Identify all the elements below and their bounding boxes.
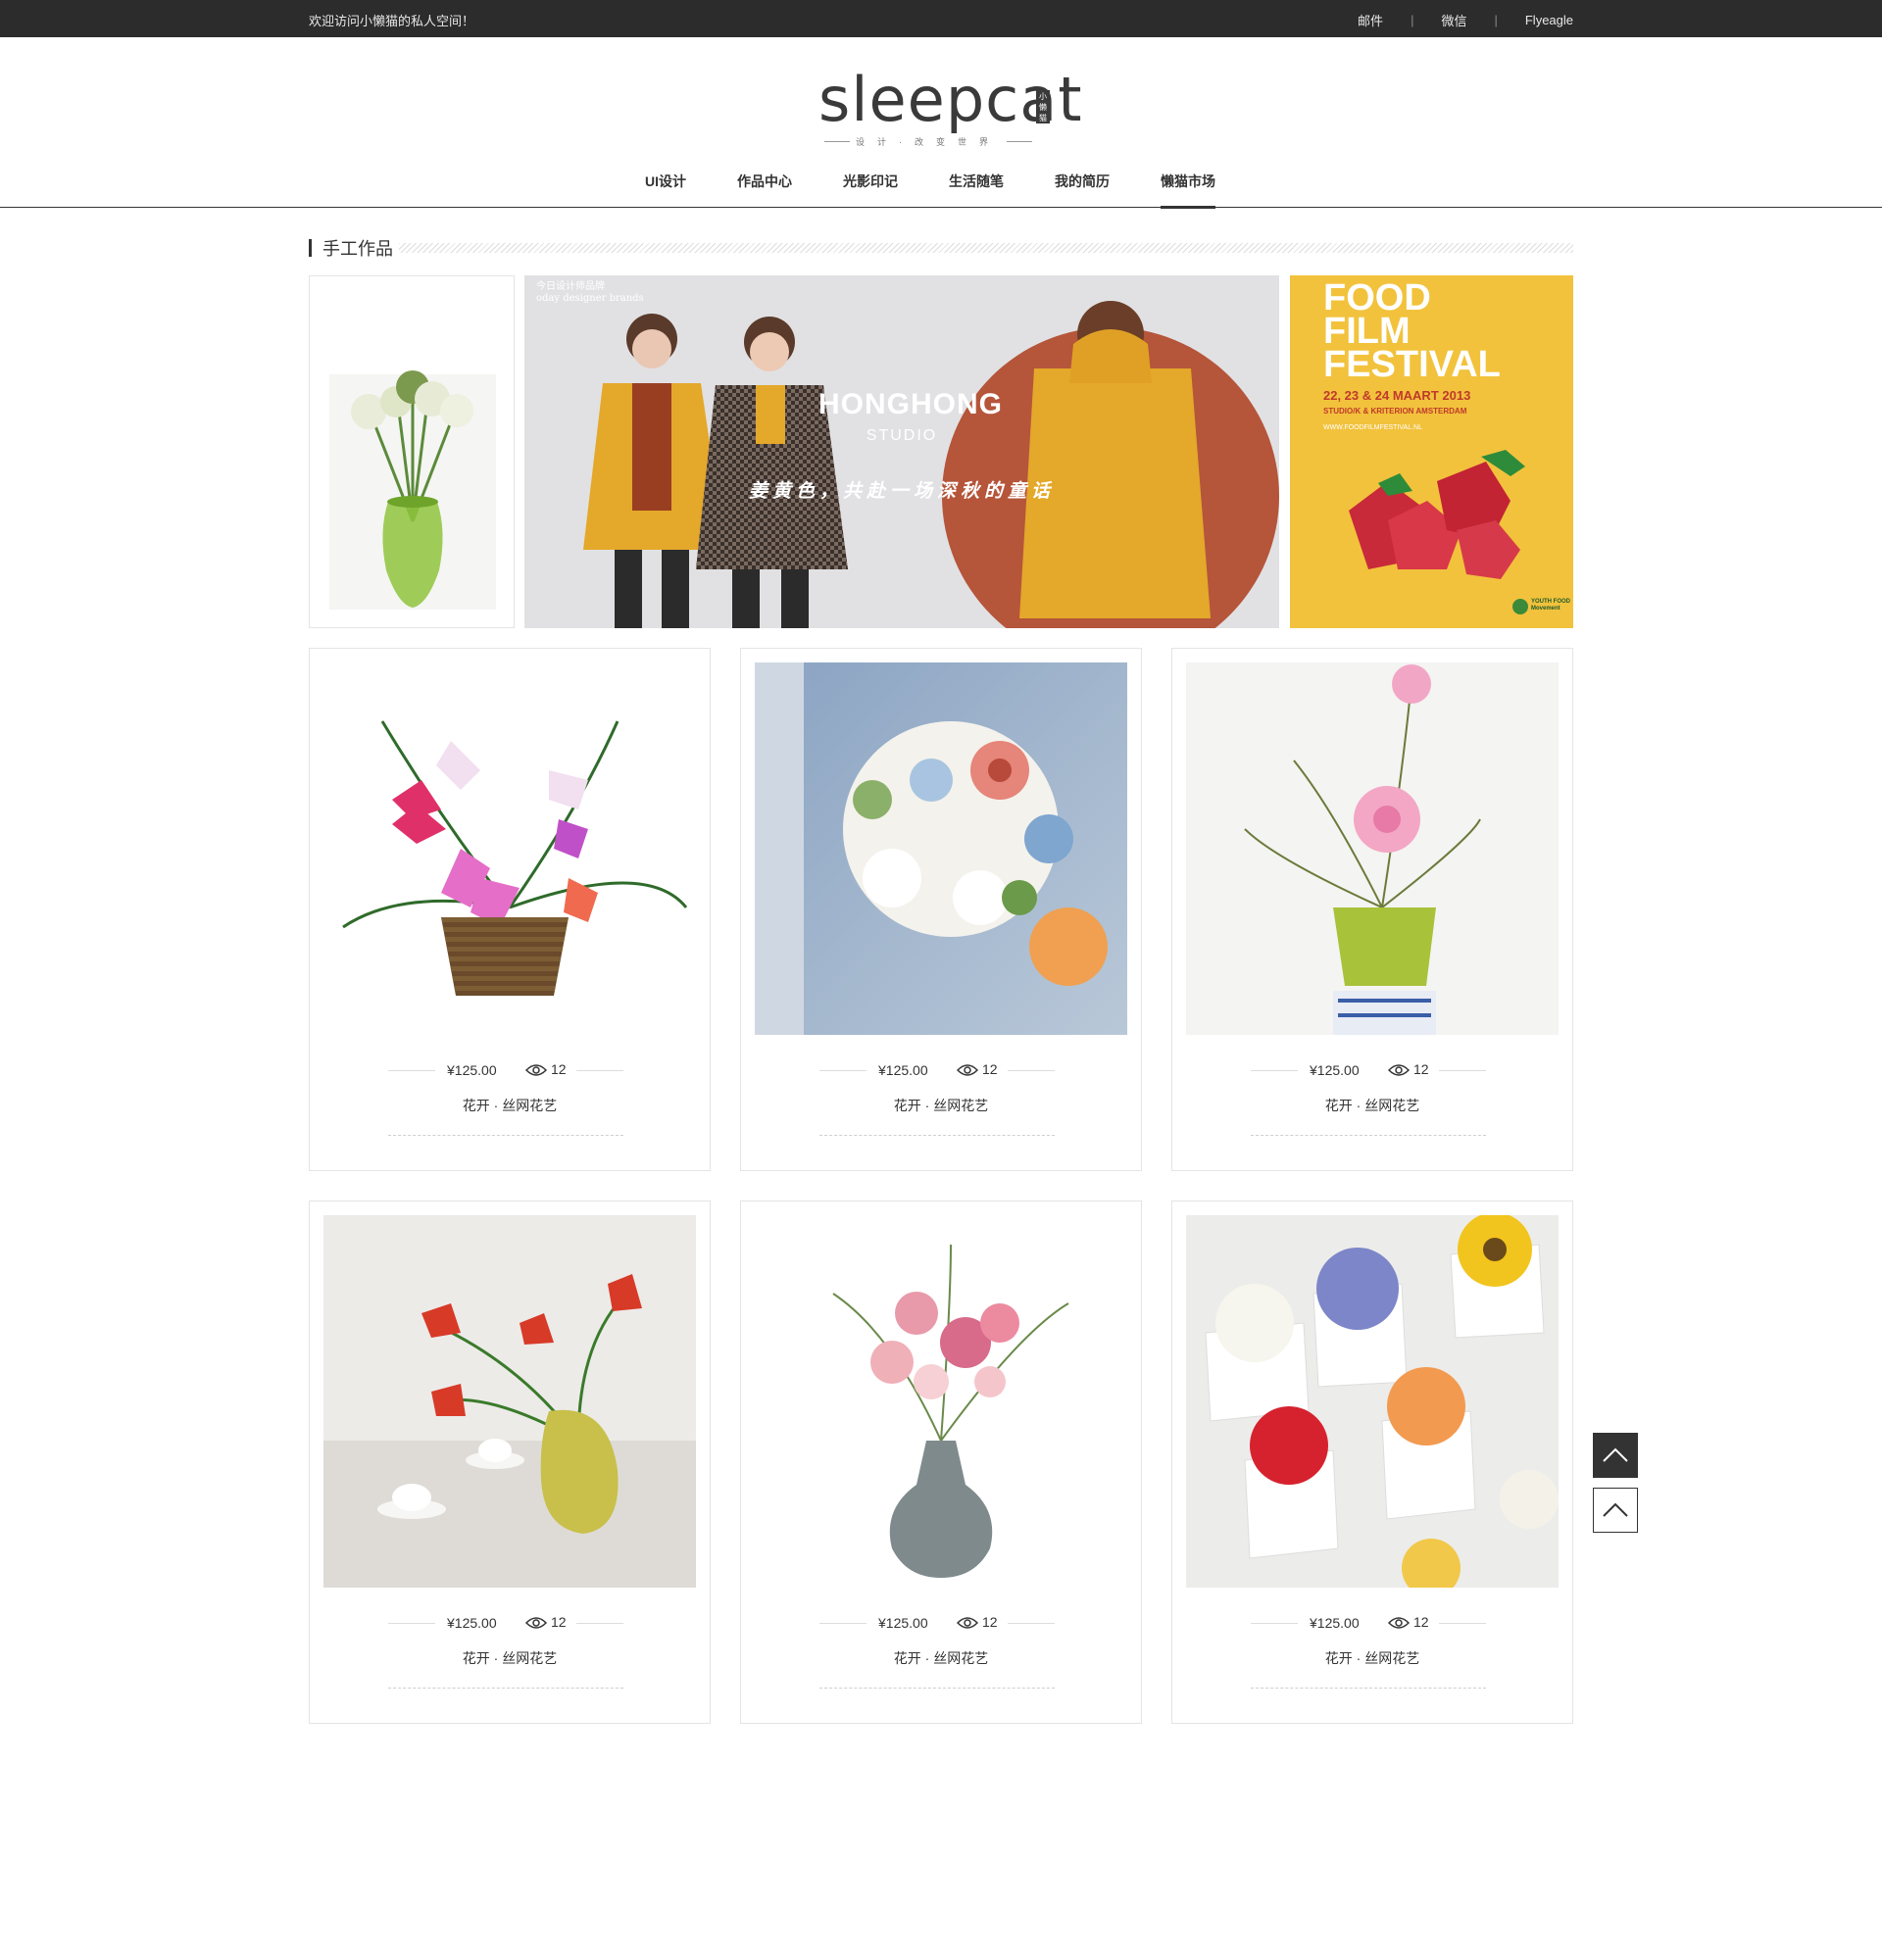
eye-icon [1388, 1064, 1410, 1076]
logo-tagline: 设计·改变世界 [818, 135, 1050, 148]
product-price: ¥125.00 [1310, 1062, 1360, 1078]
card-divider [819, 1688, 1055, 1689]
product-title[interactable]: 花开 · 丝网花艺 [310, 1096, 710, 1115]
welcome-text: 欢迎访问小懒猫的私人空间！ [309, 14, 475, 28]
logo-badge: 小懒猫 [1036, 90, 1050, 123]
card-divider [1251, 1688, 1486, 1689]
product-title[interactable]: 花开 · 丝网花艺 [310, 1648, 710, 1668]
product-card[interactable]: ¥125.00 12 花开 · 丝网花艺 [1171, 1200, 1573, 1724]
section-title: 手工作品 [322, 239, 393, 259]
product-meta: ¥125.00 12 [819, 1060, 1055, 1080]
product-views: 12 [982, 1061, 998, 1077]
honghong-banner-image [524, 275, 1279, 628]
product-price: ¥125.00 [1310, 1615, 1360, 1631]
product-card[interactable]: ¥125.00 12 花开 · 丝网花艺 [740, 1200, 1142, 1724]
banner-brand-title: HONGHONG [818, 388, 1003, 420]
card-divider [388, 1135, 623, 1136]
nav-item-photography[interactable]: 光影印记 [843, 171, 898, 208]
product-image [323, 662, 696, 1035]
separator: | [1411, 13, 1414, 27]
product-meta: ¥125.00 12 [388, 1060, 623, 1080]
product-views: 12 [982, 1614, 998, 1630]
nav-item-life-notes[interactable]: 生活随笔 [949, 171, 1004, 208]
product-image [323, 1215, 696, 1588]
top-links: 邮件 | 微信 | Flyeagle [1358, 11, 1573, 29]
product-price: ¥125.00 [878, 1615, 928, 1631]
logo-tagline-text: 设计·改变世界 [856, 137, 1001, 147]
product-views: 12 [551, 1061, 567, 1077]
eye-icon [957, 1064, 978, 1076]
main-nav: UI设计 作品中心 光影印记 生活随笔 我的简历 懒猫市场 [0, 171, 1882, 209]
top-bar: 欢迎访问小懒猫的私人空间！ 邮件 | 微信 | Flyeagle [0, 0, 1882, 37]
strawberry-image [1349, 450, 1528, 614]
product-image [755, 662, 1127, 1035]
product-title[interactable]: 花开 · 丝网花艺 [1172, 1096, 1572, 1115]
product-meta: ¥125.00 12 [1251, 1060, 1486, 1080]
product-card[interactable]: ¥125.00 12 花开 · 丝网花艺 [1171, 648, 1573, 1171]
chevron-up-icon [1603, 1447, 1628, 1462]
section-header: 手工作品 [309, 237, 1573, 259]
eye-icon [525, 1064, 547, 1076]
card-divider [1251, 1135, 1486, 1136]
product-title[interactable]: 花开 · 丝网花艺 [741, 1096, 1141, 1115]
product-card[interactable]: ¥125.00 12 花开 · 丝网花艺 [740, 648, 1142, 1171]
card-divider [819, 1135, 1055, 1136]
wechat-link[interactable]: 微信 [1441, 11, 1466, 29]
scroll-up-button[interactable] [1593, 1488, 1638, 1533]
product-views: 12 [551, 1614, 567, 1630]
banner-vase[interactable] [309, 275, 515, 628]
product-image [1186, 662, 1559, 1035]
mail-link[interactable]: 邮件 [1358, 11, 1383, 29]
eye-icon [1388, 1617, 1410, 1629]
eye-icon [957, 1617, 978, 1629]
product-meta: ¥125.00 12 [388, 1613, 623, 1633]
product-views: 12 [1413, 1061, 1429, 1077]
nav-item-market[interactable]: 懒猫市场 [1161, 171, 1215, 209]
banner-food-film-festival[interactable]: FOOD FILM FESTIVAL 22, 23 & 24 MAART 201… [1290, 275, 1573, 628]
nav-item-ui-design[interactable]: UI设计 [645, 171, 686, 208]
product-price: ¥125.00 [447, 1062, 497, 1078]
product-title[interactable]: 花开 · 丝网花艺 [1172, 1648, 1572, 1668]
banner-watermark: 今日设计师品牌 oday designer brands [536, 281, 644, 304]
banner-slogan: 姜黄色，共赴一场深秋的童话 [748, 481, 1055, 502]
card-divider [388, 1688, 623, 1689]
nav-item-resume[interactable]: 我的简历 [1055, 171, 1110, 208]
product-image [1186, 1215, 1559, 1588]
banner-honghong[interactable]: 今日设计师品牌 oday designer brands HONGHONG ST… [524, 275, 1279, 628]
separator: | [1494, 13, 1498, 27]
chevron-up-icon [1603, 1502, 1628, 1517]
flyeagle-link[interactable]: Flyeagle [1525, 13, 1573, 27]
nav-item-works[interactable]: 作品中心 [737, 171, 792, 208]
product-meta: ¥125.00 12 [819, 1613, 1055, 1633]
product-image [755, 1215, 1127, 1588]
banner-brand-subtitle: STUDIO [866, 427, 938, 444]
product-price: ¥125.00 [447, 1615, 497, 1631]
product-title[interactable]: 花开 · 丝网花艺 [741, 1648, 1141, 1668]
vase-image [329, 370, 496, 610]
youth-food-movement-logo: YOUTH FOOD Movement [1531, 599, 1570, 612]
product-price: ¥125.00 [878, 1062, 928, 1078]
back-to-top-button[interactable] [1593, 1433, 1638, 1478]
product-card[interactable]: ¥125.00 12 花开 · 丝网花艺 [309, 648, 711, 1171]
section-divider [399, 243, 1573, 253]
site-logo[interactable]: sleepcat 小懒猫 设计·改变世界 [818, 61, 1082, 154]
product-meta: ¥125.00 12 [1251, 1613, 1486, 1633]
product-card[interactable]: ¥125.00 12 花开 · 丝网花艺 [309, 1200, 711, 1724]
eye-icon [525, 1617, 547, 1629]
product-views: 12 [1413, 1614, 1429, 1630]
